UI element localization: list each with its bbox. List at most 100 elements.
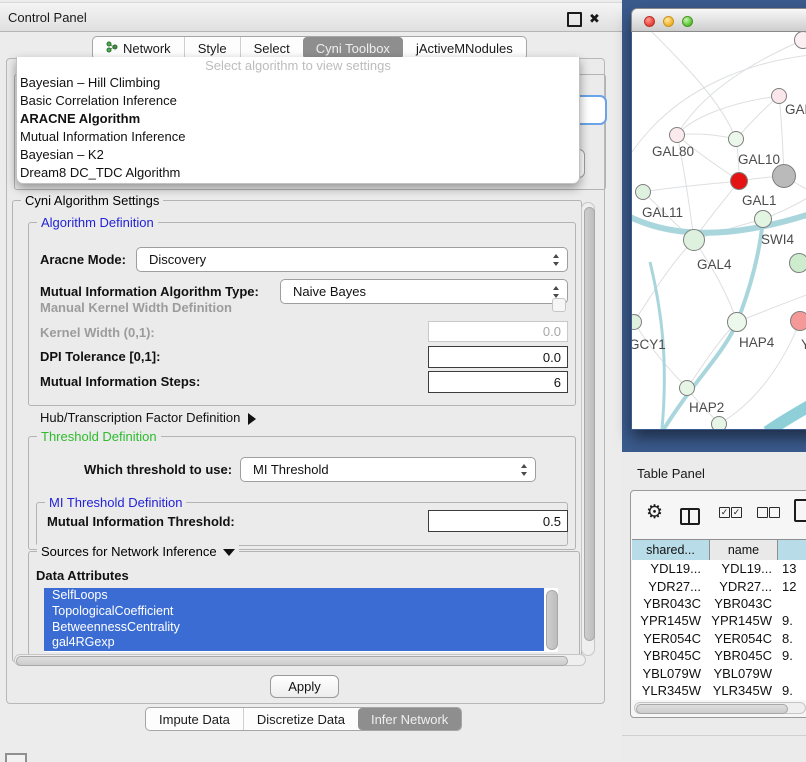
- algorithm-option[interactable]: Basic Correlation Inference: [17, 92, 579, 110]
- table-cell[interactable]: 9.: [778, 613, 806, 628]
- table-cell[interactable]: YPR145W: [710, 613, 778, 628]
- network-node-hap4[interactable]: [727, 312, 747, 332]
- network-node[interactable]: [772, 164, 796, 188]
- tab-select[interactable]: Select: [240, 37, 303, 59]
- algorithm-option[interactable]: Dream8 DC_TDC Algorithm: [17, 164, 579, 182]
- mi-algorithm-type-combobox[interactable]: Naive Bayes: [280, 279, 568, 304]
- gear-icon[interactable]: ⚙: [646, 503, 663, 522]
- network-node-gal4[interactable]: [683, 229, 705, 251]
- data-attribute-item[interactable]: BetweennessCentrality: [44, 620, 544, 636]
- network-view-window[interactable]: GALGAL80GAL10GAL1GAL11SWI4GAL4GCY1HAP4YH…: [631, 8, 806, 430]
- mi-steps-field[interactable]: 6: [428, 371, 568, 393]
- table-row[interactable]: YDR27...YDR27...12: [632, 577, 806, 594]
- table-cell[interactable]: 9.: [778, 683, 806, 698]
- table-row[interactable]: YDL19...YDL19...13: [632, 560, 806, 577]
- tab-infer-network[interactable]: Infer Network: [358, 708, 461, 730]
- table-cell[interactable]: YLR345W: [710, 683, 778, 698]
- tab-network[interactable]: Network: [93, 37, 184, 59]
- table-cell[interactable]: 12: [778, 579, 806, 594]
- table-horizontal-scrollbar-thumb[interactable]: [636, 704, 788, 714]
- kernel-width-field[interactable]: 0.0: [428, 321, 568, 342]
- dpi-tolerance-field[interactable]: 0.0: [428, 346, 568, 368]
- table-cell[interactable]: YBL079W: [710, 666, 778, 681]
- split-columns-icon[interactable]: [680, 508, 700, 525]
- table-row[interactable]: YBR045CYBR045C9.: [632, 647, 806, 664]
- tab-impute-data[interactable]: Impute Data: [146, 708, 243, 730]
- attributes-scrollbar-thumb[interactable]: [546, 590, 558, 650]
- table-cell[interactable]: 13: [778, 561, 806, 576]
- tab-cyni-toolbox[interactable]: Cyni Toolbox: [303, 37, 403, 59]
- algorithm-option[interactable]: Mutual Information Inference: [17, 128, 579, 146]
- apply-button[interactable]: Apply: [270, 675, 339, 698]
- network-node-gal80[interactable]: [669, 127, 685, 143]
- sources-group-title[interactable]: Sources for Network Inference: [37, 544, 239, 559]
- float-window-icon[interactable]: [567, 12, 582, 27]
- unchecked-checkbox-icon[interactable]: [769, 507, 780, 518]
- which-threshold-combobox[interactable]: MI Threshold: [240, 457, 536, 482]
- table-row[interactable]: YLR345WYLR345W9.: [632, 682, 806, 699]
- column-header-shared-name[interactable]: shared...: [632, 540, 710, 560]
- network-node-y[interactable]: [790, 311, 806, 331]
- network-canvas[interactable]: GALGAL80GAL10GAL1GAL11SWI4GAL4GCY1HAP4YH…: [632, 32, 806, 429]
- table-cell[interactable]: YBR043C: [632, 596, 710, 611]
- algorithm-option[interactable]: Bayesian – Hill Climbing: [17, 74, 579, 92]
- network-node-gal1[interactable]: [730, 172, 748, 190]
- tab-jactivemnodules[interactable]: jActiveMNodules: [403, 37, 526, 59]
- column-header-name[interactable]: name: [710, 540, 778, 560]
- table-row[interactable]: YER054CYER054C8.: [632, 630, 806, 647]
- tab-discretize-data[interactable]: Discretize Data: [243, 708, 358, 730]
- table-cell[interactable]: YDR27...: [710, 579, 778, 594]
- data-attribute-item[interactable]: SelfLoops: [44, 588, 544, 604]
- table-cell[interactable]: YDL19...: [632, 561, 710, 576]
- data-attributes-list[interactable]: SelfLoopsTopologicalCoefficientBetweenne…: [44, 588, 558, 652]
- column-header-third[interactable]: [778, 540, 806, 560]
- network-node-gal11[interactable]: [635, 184, 651, 200]
- table-cell[interactable]: YER054C: [632, 631, 710, 646]
- settings-vertical-scrollbar[interactable]: [581, 202, 595, 656]
- table-cell[interactable]: YPR145W: [632, 613, 710, 628]
- table-cell[interactable]: 8.: [778, 631, 806, 646]
- table-row[interactable]: YBL079WYBL079W: [632, 664, 806, 681]
- checked-checkbox-icon[interactable]: ✓: [719, 507, 730, 518]
- network-node-hap2[interactable]: [679, 380, 695, 396]
- document-icon[interactable]: [794, 499, 806, 522]
- aracne-mode-combobox[interactable]: Discovery: [136, 247, 568, 272]
- data-attribute-item[interactable]: TopologicalCoefficient: [44, 604, 544, 620]
- close-icon[interactable]: ✖: [589, 13, 600, 24]
- table-cell[interactable]: YBR045C: [632, 648, 710, 663]
- algorithm-option[interactable]: Bayesian – K2: [17, 146, 579, 164]
- unchecked-checkbox-icon[interactable]: [757, 507, 768, 518]
- table-cell[interactable]: YER054C: [710, 631, 778, 646]
- table-cell[interactable]: 9.: [778, 648, 806, 663]
- table-row[interactable]: YIL052CYIL052C9: [632, 699, 806, 700]
- checked-checkbox-icon[interactable]: ✓: [731, 507, 742, 518]
- table-cell[interactable]: YLR345W: [632, 683, 710, 698]
- network-window-titlebar[interactable]: [631, 8, 806, 32]
- network-node[interactable]: [794, 32, 806, 49]
- table-cell[interactable]: YDR27...: [632, 579, 710, 594]
- manual-kernel-width-checkbox[interactable]: [552, 298, 566, 312]
- table-row[interactable]: YPR145WYPR145W9.: [632, 612, 806, 629]
- network-node[interactable]: [711, 416, 727, 429]
- horizontal-scrollbar-thumb[interactable]: [16, 656, 568, 666]
- close-traffic-light-icon[interactable]: [644, 16, 655, 27]
- minimize-traffic-light-icon[interactable]: [663, 16, 674, 27]
- tab-style[interactable]: Style: [184, 37, 240, 59]
- table-cell[interactable]: YBL079W: [632, 666, 710, 681]
- algorithm-option[interactable]: ARACNE Algorithm: [17, 110, 579, 128]
- grip-icon[interactable]: [5, 753, 27, 762]
- table-cell[interactable]: YBR043C: [710, 596, 778, 611]
- table-cell[interactable]: YBR045C: [710, 648, 778, 663]
- settings-vertical-scrollbar-thumb[interactable]: [584, 207, 595, 641]
- table-row[interactable]: YBR043CYBR043C: [632, 595, 806, 612]
- network-node-swi4[interactable]: [754, 210, 772, 228]
- data-attribute-item[interactable]: gal4RGexp: [44, 635, 544, 651]
- zoom-traffic-light-icon[interactable]: [682, 16, 693, 27]
- mi-threshold-field[interactable]: 0.5: [428, 510, 568, 532]
- table-horizontal-scrollbar[interactable]: [634, 702, 806, 714]
- hub-transcription-factor-toggle[interactable]: Hub/Transcription Factor Definition: [40, 410, 256, 425]
- horizontal-scrollbar[interactable]: [14, 654, 586, 666]
- network-node[interactable]: [789, 253, 806, 273]
- table-cell[interactable]: YDL19...: [710, 561, 778, 576]
- network-node-gal10[interactable]: [728, 131, 744, 147]
